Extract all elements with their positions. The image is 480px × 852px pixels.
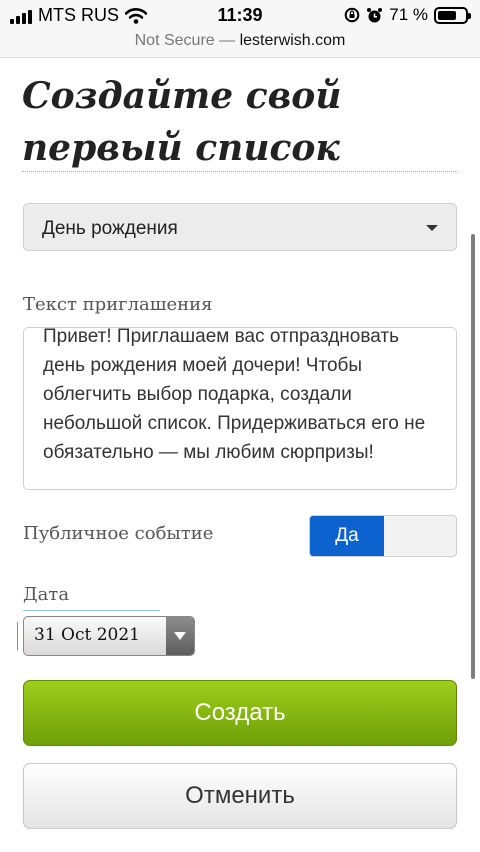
date-label: Дата xyxy=(23,584,70,605)
event-type-select[interactable]: День рождения xyxy=(23,203,457,251)
toggle-on-label: Да xyxy=(310,516,384,556)
battery-percent: 71 % xyxy=(389,5,428,24)
cancel-button[interactable]: Отменить xyxy=(23,763,457,829)
rotation-lock-icon xyxy=(344,7,360,23)
domain-label: lesterwish.com xyxy=(239,32,346,49)
event-type-value: День рождения xyxy=(42,218,178,239)
date-label-underline xyxy=(23,610,160,611)
date-value: 31 Oct 2021 xyxy=(34,625,140,645)
title-divider xyxy=(22,171,458,172)
page-title: Создайте свой первый список xyxy=(22,75,342,169)
public-event-toggle[interactable]: Да xyxy=(309,515,457,557)
public-event-label: Публичное событие xyxy=(23,523,214,544)
security-label: Not Secure — xyxy=(134,32,240,49)
invitation-label: Текст приглашения xyxy=(23,294,213,315)
caret-down-icon xyxy=(426,225,438,231)
battery-fill xyxy=(438,10,457,20)
create-button[interactable]: Создать xyxy=(23,680,457,746)
address-bar[interactable]: Not Secure — lesterwish.com xyxy=(0,30,480,58)
date-select[interactable]: 31 Oct 2021 xyxy=(23,616,195,656)
invitation-text: Привет! Приглашаем вас отпраздновать ден… xyxy=(43,327,426,463)
status-bar: MTS RUS 11:39 71 % xyxy=(0,0,480,30)
alarm-icon xyxy=(367,7,383,22)
battery-icon xyxy=(434,6,471,24)
status-right: 71 % xyxy=(344,5,471,25)
text-cursor xyxy=(17,622,18,650)
page-scrollbar[interactable] xyxy=(471,234,475,679)
date-dropdown-icon[interactable] xyxy=(166,617,194,655)
invitation-textarea[interactable]: Привет! Приглашаем вас отпраздновать ден… xyxy=(23,327,457,490)
